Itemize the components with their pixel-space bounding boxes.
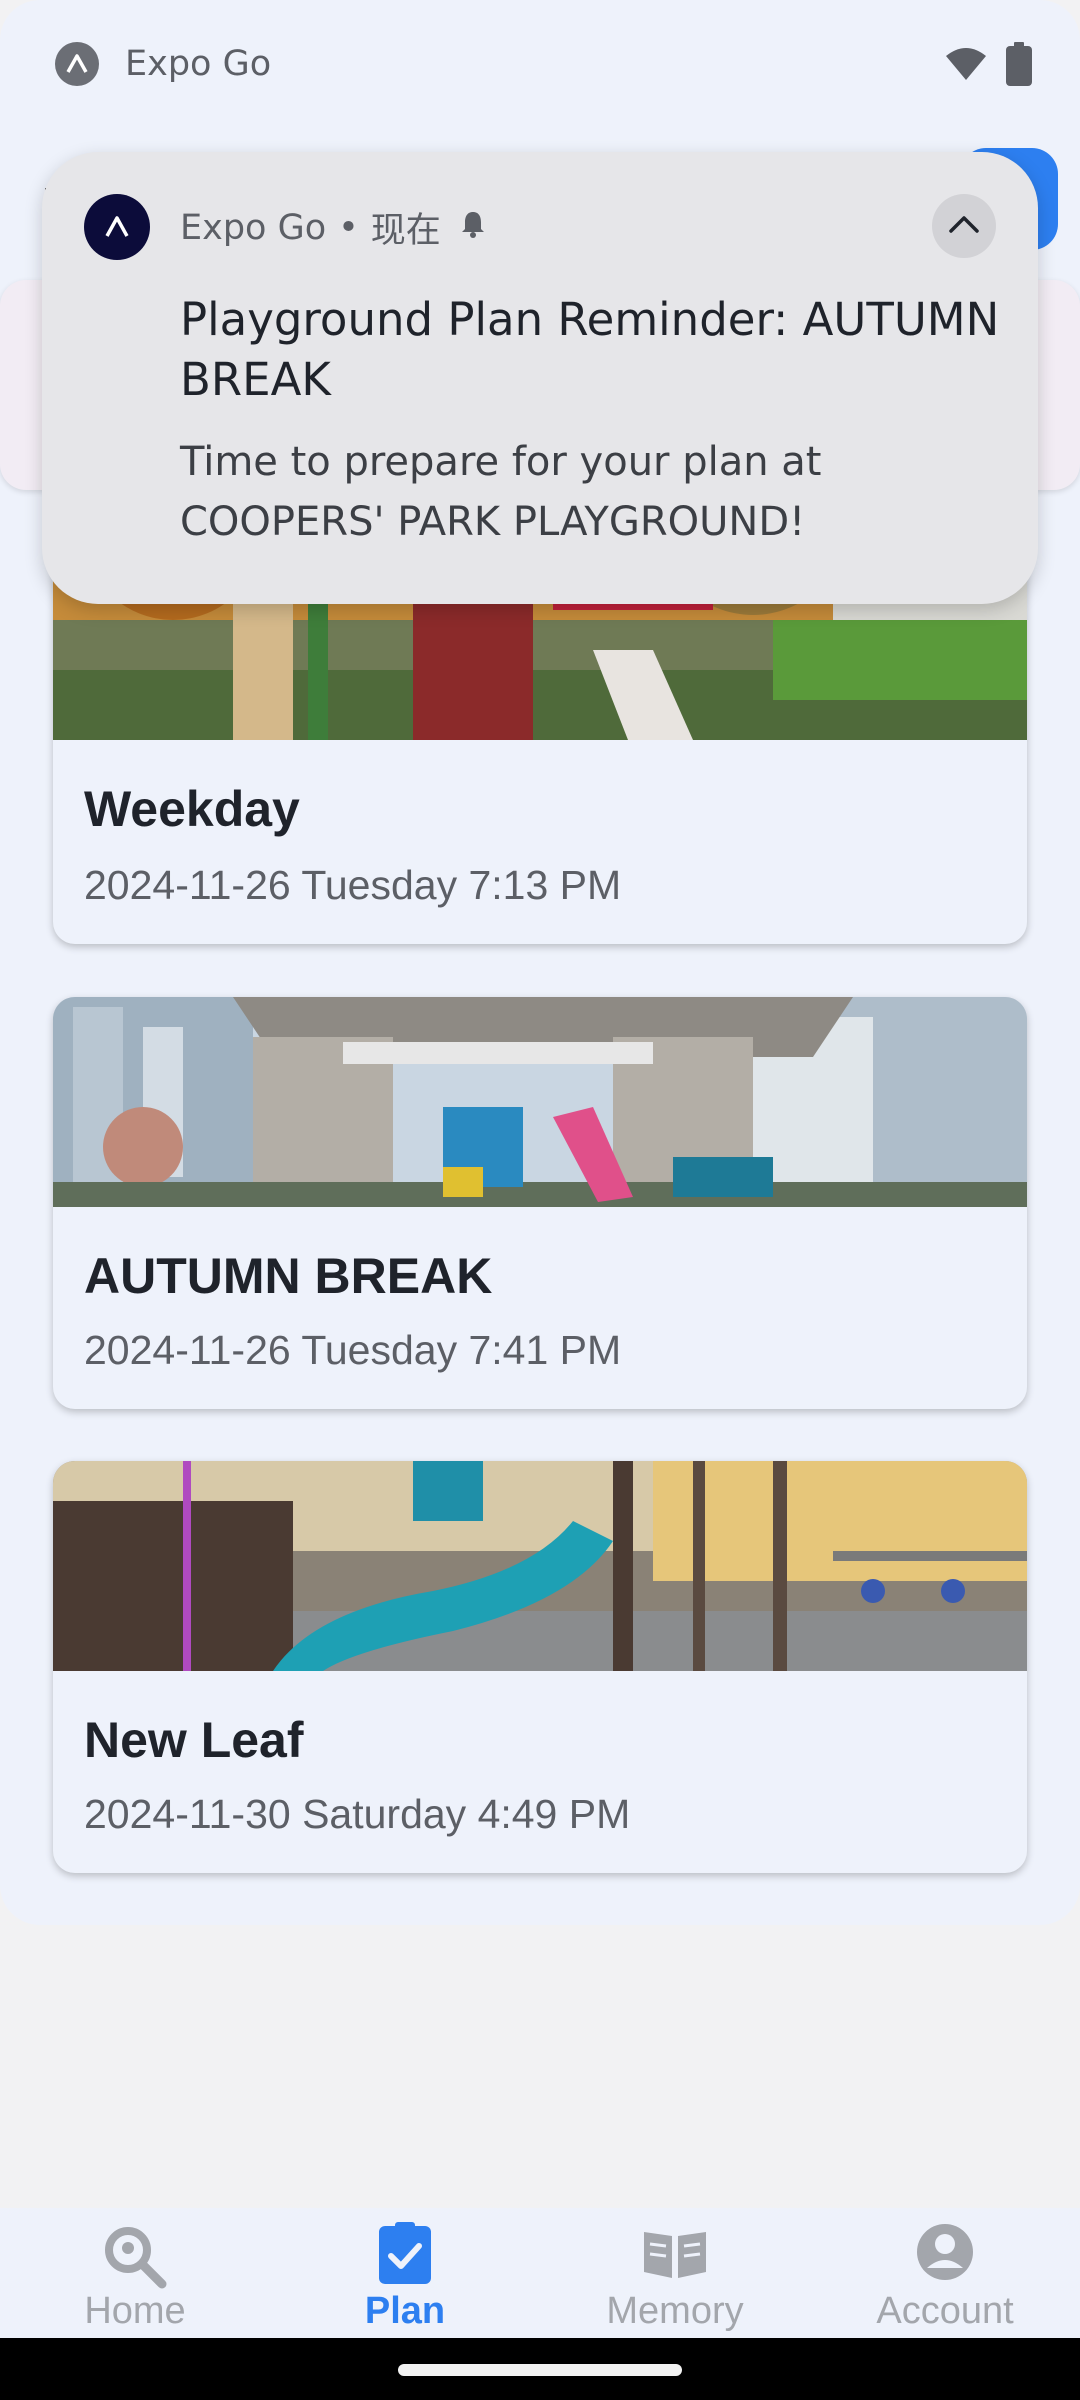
plan-card[interactable]: AUTUMN BREAK 2024-11-26 Tuesday 7:41 PM	[53, 997, 1027, 1409]
nav-account-label: Account	[876, 2290, 1014, 2332]
expo-icon	[55, 42, 99, 86]
nav-plan-label: Plan	[364, 2290, 446, 2332]
status-app-name: Expo Go	[125, 44, 272, 84]
bottom-navigation: Home Plan Memory Account	[0, 2208, 1080, 2338]
expo-icon	[84, 194, 150, 260]
notification-header: Expo Go • 现在	[180, 202, 487, 253]
plan-card[interactable]: New Leaf 2024-11-30 Saturday 4:49 PM	[53, 1461, 1027, 1873]
notification-separator: •	[338, 207, 359, 248]
nav-plan[interactable]: Plan	[270, 2208, 540, 2338]
nav-account[interactable]: Account	[810, 2208, 1080, 2338]
plan-title: AUTUMN BREAK	[84, 1248, 493, 1304]
plan-title: Weekday	[84, 781, 300, 837]
notification-time: 现在	[370, 211, 441, 251]
plan-date: 2024-11-26 Tuesday 7:41 PM	[84, 1327, 622, 1373]
status-bar: Expo Go	[0, 0, 1080, 135]
reminder-notification[interactable]: Expo Go • 现在 Playground Plan Reminder: A…	[42, 152, 1038, 604]
search-location-icon	[0, 2222, 270, 2292]
account-circle-icon	[810, 2222, 1080, 2292]
nav-memory[interactable]: Memory	[540, 2208, 810, 2338]
collapse-notification-button[interactable]	[932, 194, 996, 258]
battery-icon	[1006, 42, 1032, 91]
chevron-up-icon	[947, 213, 981, 240]
playground-photo	[53, 997, 1027, 1207]
plan-date: 2024-11-26 Tuesday 7:13 PM	[84, 862, 622, 908]
gesture-handle[interactable]	[398, 2364, 682, 2376]
wifi-icon	[944, 46, 988, 87]
bell-icon	[459, 208, 487, 248]
nav-memory-label: Memory	[606, 2290, 744, 2332]
notification-body: Time to prepare for your plan at COOPERS…	[180, 439, 822, 545]
clipboard-check-icon	[270, 2222, 540, 2292]
plan-title: New Leaf	[84, 1712, 304, 1768]
plan-date: 2024-11-30 Saturday 4:49 PM	[84, 1791, 631, 1837]
open-book-icon	[540, 2222, 810, 2292]
nav-home[interactable]: Home	[0, 2208, 270, 2338]
nav-home-label: Home	[84, 2290, 186, 2332]
notification-app-name: Expo Go	[180, 207, 327, 248]
playground-photo	[53, 1461, 1027, 1671]
notification-title: Playground Plan Reminder: AUTUMN BREAK	[180, 293, 1000, 406]
